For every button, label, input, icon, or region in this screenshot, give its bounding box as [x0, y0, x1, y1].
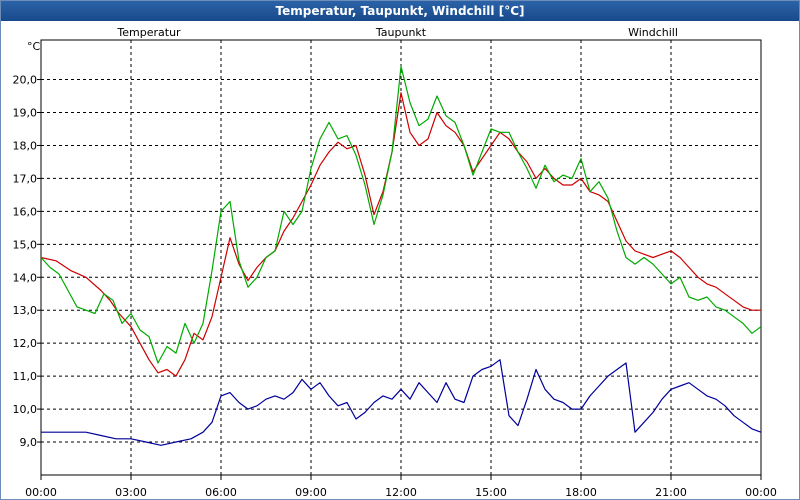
legend-label-taupunkt: Taupunkt [375, 26, 427, 39]
x-tick-time-label: 00:00 [25, 486, 57, 499]
line-chart: 9,0 10,0 11,0 12,0 13,0 14,0 15,0 16,0 17,0 18,0 1… [13, 26, 777, 499]
legend-label-windchill: Windchill [628, 26, 678, 39]
chart-window: Temperatur, Taupunkt, Windchill [°C] 9,0… [0, 0, 800, 500]
x-tick-time-label: 12:00 [385, 486, 417, 499]
y-tick-label: 10,0 [13, 403, 38, 416]
x-tick-time-label: 21:00 [655, 486, 687, 499]
y-tick-label: 12,0 [13, 337, 38, 350]
y-tick-label: 14,0 [13, 271, 38, 284]
y-tick-label: 16,0 [13, 205, 38, 218]
legend-label-temperatur: Temperatur [116, 26, 181, 39]
y-axis-unit-label: °C [27, 40, 41, 53]
x-tick-time-label: 00:00 [745, 486, 777, 499]
y-tick-label: 18,0 [13, 139, 38, 152]
x-tick-time-label: 06:00 [205, 486, 237, 499]
y-tick-label: 15,0 [13, 238, 38, 251]
y-tick-label: 19,0 [13, 107, 38, 120]
x-tick-time-label: 18:00 [565, 486, 597, 499]
x-tick-time-label: 15:00 [475, 486, 507, 499]
y-tick-label: 17,0 [13, 172, 38, 185]
y-tick-label: 20,0 [13, 74, 38, 87]
window-title: Temperatur, Taupunkt, Windchill [°C] [1, 1, 799, 21]
x-tick-time-label: 09:00 [295, 486, 327, 499]
x-tick-time-label: 03:00 [115, 486, 147, 499]
y-tick-label: 11,0 [13, 370, 38, 383]
y-tick-label: 9,0 [20, 436, 38, 449]
y-tick-label: 13,0 [13, 304, 38, 317]
